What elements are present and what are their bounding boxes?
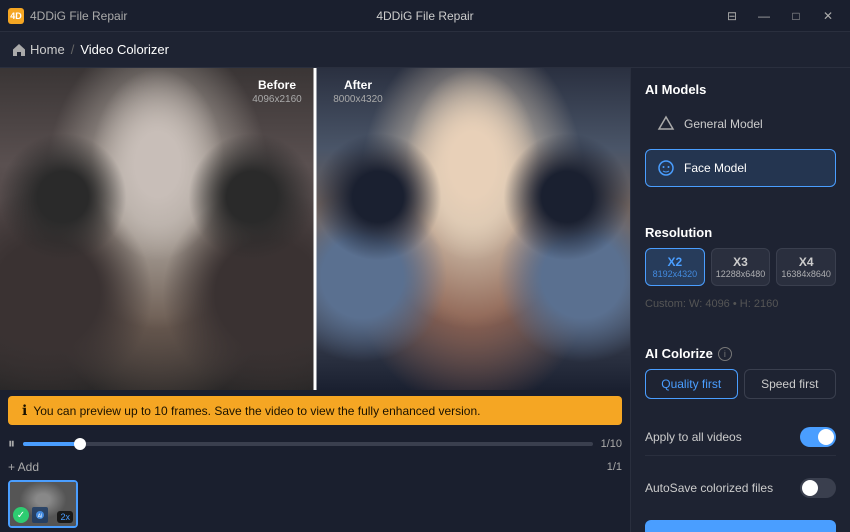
face-model-option[interactable]: Face Model (645, 149, 836, 187)
svg-text:AI: AI (38, 514, 43, 520)
before-label-group: Before 4096x2160 (238, 76, 316, 105)
resolution-title: Resolution (645, 225, 836, 240)
home-breadcrumb[interactable]: Home (12, 42, 65, 57)
film-check-icon: ✓ (13, 507, 29, 523)
breadcrumb-separator: / (71, 42, 75, 57)
breadcrumb: Home / Video Colorizer (0, 32, 850, 68)
progress-fill (23, 442, 80, 446)
ai-models-title: AI Models (645, 82, 836, 97)
progress-track[interactable] (23, 442, 593, 446)
face-model-label: Face Model (684, 161, 747, 175)
autosave-toggle[interactable] (800, 478, 836, 498)
ai-badge-icon: AI (35, 510, 45, 520)
autosave-row: AutoSave colorized files (645, 470, 836, 506)
general-model-label: General Model (684, 117, 763, 131)
video-area: Before 4096x2160 After 8000x4320 ℹ You c… (0, 68, 630, 532)
general-model-option[interactable]: General Model (645, 105, 836, 143)
custom-h-value: 2160 (754, 298, 778, 310)
ai-models-section: AI Models General Model (645, 82, 836, 193)
film-ai-icon: AI (32, 507, 48, 523)
custom-label: Custom: (645, 298, 686, 310)
video-comparison (0, 68, 630, 390)
add-button-label: + Add (8, 460, 39, 474)
custom-resolution: Custom: W: 4096 • H: 2160 (645, 294, 836, 314)
maximize-button[interactable]: □ (782, 6, 810, 26)
breadcrumb-current: Video Colorizer (80, 42, 169, 57)
colorize-info-icon[interactable]: i (718, 347, 732, 361)
res-x4-button[interactable]: X4 16384x8640 (776, 248, 836, 286)
playback-bar: ⏸ 1/10 (0, 431, 630, 456)
save-button[interactable]: Save (645, 520, 836, 532)
autosave-label: AutoSave colorized files (645, 481, 773, 495)
frame-counter: 1/10 (601, 438, 622, 450)
app-title: 4DDiG File Repair (30, 9, 127, 23)
toggle-thumb-apply (818, 429, 834, 445)
add-button[interactable]: + Add (8, 460, 39, 474)
resolution-section: Resolution X2 8192x4320 X3 12288x6480 X4… (645, 225, 836, 314)
film-badge: 2x (57, 511, 73, 523)
play-button[interactable]: ⏸ (8, 435, 15, 452)
film-thumbnail[interactable]: ✓ 2x AI (8, 480, 78, 528)
ai-colorize-section: AI Colorize i Quality first Speed first (645, 346, 836, 405)
ba-labels: Before 4096x2160 After 8000x4320 (238, 76, 392, 105)
custom-w-value: 4096 (705, 298, 729, 310)
before-image (0, 68, 315, 390)
close-button[interactable]: ✕ (814, 6, 842, 26)
after-label-group: After 8000x4320 (324, 76, 392, 105)
colorize-options: Quality first Speed first (645, 369, 836, 399)
filmstrip-bar: + Add 1/1 (0, 456, 630, 476)
titlebar-left: 4D 4DDiG File Repair (8, 8, 127, 24)
before-label: Before (238, 76, 316, 94)
after-resolution: 8000x4320 (324, 94, 392, 105)
right-panel: AI Models General Model (630, 68, 850, 532)
custom-w-label: W: (689, 298, 705, 310)
window-controls: ⊟ — □ ✕ (718, 6, 842, 26)
toggle-thumb-autosave (802, 480, 818, 496)
app-logo: 4D (8, 8, 24, 24)
general-model-icon (656, 114, 676, 134)
titlebar-center-title: 4DDiG File Repair (376, 9, 473, 23)
res-x3-button[interactable]: X3 12288x6480 (711, 248, 771, 286)
restore-button[interactable]: ⊟ (718, 6, 746, 26)
titlebar: 4D 4DDiG File Repair 4DDiG File Repair ⊟… (0, 0, 850, 32)
apply-all-toggle[interactable] (800, 427, 836, 447)
face-model-icon (656, 158, 676, 178)
home-icon (12, 43, 26, 57)
apply-all-row: Apply to all videos (645, 419, 836, 456)
resolution-options: X2 8192x4320 X3 12288x6480 X4 16384x8640 (645, 248, 836, 286)
apply-all-label: Apply to all videos (645, 430, 742, 444)
after-label: After (324, 76, 392, 94)
video-before (0, 68, 315, 390)
progress-thumb[interactable] (74, 438, 86, 450)
filmstrip: ✓ 2x AI (0, 476, 630, 532)
before-resolution: 4096x2160 (238, 94, 316, 105)
res-x2-button[interactable]: X2 8192x4320 (645, 248, 705, 286)
main-layout: Before 4096x2160 After 8000x4320 ℹ You c… (0, 68, 850, 532)
quality-first-button[interactable]: Quality first (645, 369, 738, 399)
custom-sep: • H: (733, 298, 754, 310)
info-notification-icon: ℹ (22, 402, 27, 419)
filmstrip-page-counter: 1/1 (607, 461, 622, 473)
ai-colorize-title: AI Colorize (645, 346, 713, 361)
comparison-divider (314, 68, 317, 390)
notification-text: You can preview up to 10 frames. Save th… (33, 404, 480, 418)
minimize-button[interactable]: — (750, 6, 778, 26)
speed-first-button[interactable]: Speed first (744, 369, 837, 399)
colorize-header: AI Colorize i (645, 346, 836, 361)
notification-bar: ℹ You can preview up to 10 frames. Save … (8, 396, 622, 425)
after-image (315, 68, 630, 390)
video-after (315, 68, 630, 390)
